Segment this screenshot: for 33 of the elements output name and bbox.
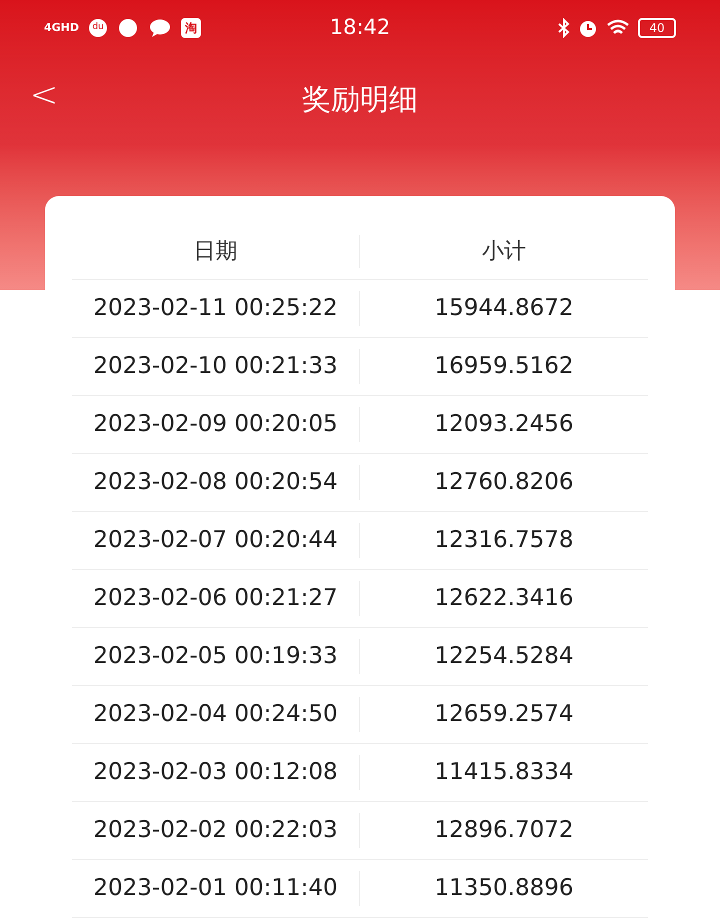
back-button[interactable]: <: [28, 78, 60, 112]
date-cell: 2023-02-02 00:22:03: [72, 813, 360, 848]
amount-cell-text: 12896.7072: [433, 816, 574, 846]
clock-time: 18:42: [328, 14, 392, 42]
column-header: 日期: [72, 235, 360, 268]
chat-bubble-icon: [149, 19, 172, 37]
date-cell: 2023-02-08 00:20:54: [72, 465, 360, 500]
amount-cell-text: 12622.3416: [433, 584, 574, 614]
column-header: 小计: [481, 238, 527, 266]
bluetooth-icon: [558, 18, 570, 38]
amount-cell-text: 12316.7578: [433, 526, 574, 556]
shop-notification-icon: 淘: [181, 18, 202, 38]
date-cell: 2023-02-09 00:20:05: [72, 407, 360, 442]
date-cell: 2023-02-11 00:25:22: [72, 291, 360, 326]
page-title: 奖励明细: [302, 81, 418, 118]
amount-cell-text: 11350.8896: [433, 874, 574, 904]
network-indicator: 4GHD: [44, 20, 80, 36]
amount-cell-text: 12760.8206: [433, 468, 574, 498]
date-cell: 2023-02-03 00:12:08: [72, 755, 360, 790]
date-cell: 2023-02-05 00:19:33: [72, 639, 360, 674]
date-cell: 2023-02-01 00:11:40: [72, 871, 360, 906]
date-cell: 2023-02-10 00:21:33: [72, 349, 360, 384]
amount-cell-text: 11415.8334: [433, 758, 574, 788]
amount-cell-text: 16959.5162: [433, 352, 574, 382]
date-cell: 2023-02-06 00:21:27: [72, 581, 360, 616]
amount-cell-text: 15944.8672: [433, 294, 574, 324]
amount-cell-text: 12659.2574: [433, 700, 574, 730]
amount-cell-text: 12093.2456: [433, 410, 574, 440]
battery-indicator: 40: [638, 18, 676, 38]
date-cell: 2023-02-04 00:24:50: [72, 697, 360, 732]
alarm-icon: [578, 18, 598, 38]
amount-cell-text: 12254.5284: [433, 642, 574, 672]
date-cell: 2023-02-07 00:20:44: [72, 523, 360, 558]
